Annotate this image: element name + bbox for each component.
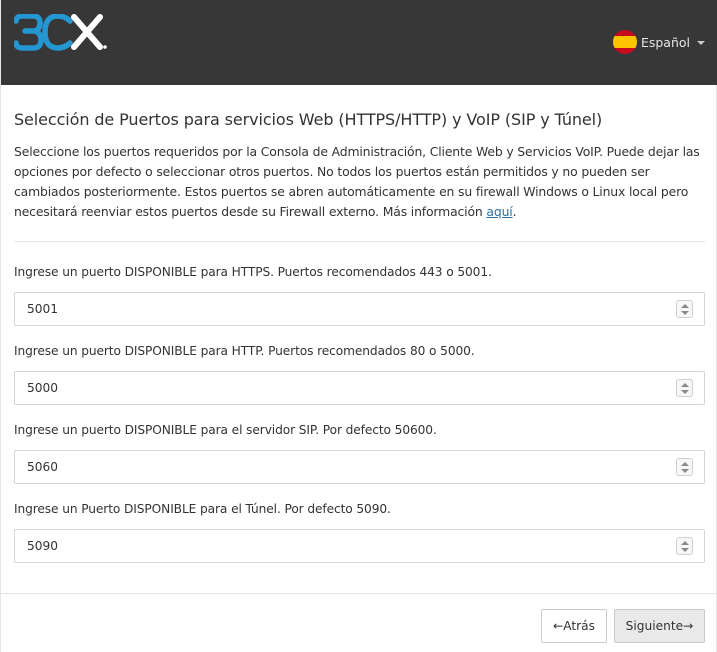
more-info-link[interactable]: aquí <box>486 204 512 219</box>
spinner-down-icon[interactable] <box>681 311 689 315</box>
back-button[interactable]: ←Atrás <box>541 609 607 643</box>
https-port-input[interactable]: 5001 <box>14 292 705 326</box>
page-title: Selección de Puertos para servicios Web … <box>14 110 603 129</box>
main-content: Selección de Puertos para servicios Web … <box>0 85 717 652</box>
spinner-up-icon[interactable] <box>681 462 689 466</box>
spinner-down-icon[interactable] <box>681 469 689 473</box>
spinner-up-icon[interactable] <box>681 541 689 545</box>
chevron-down-icon <box>697 41 705 45</box>
spinner-up-icon[interactable] <box>681 304 689 308</box>
divider <box>14 241 705 242</box>
sip-port-label: Ingrese un puerto DISPONIBLE para el ser… <box>14 423 437 437</box>
3cx-logo-graphic <box>14 14 107 51</box>
http-port-input[interactable]: 5000 <box>14 371 705 405</box>
spain-flag-icon <box>612 30 637 54</box>
3cx-logo <box>14 14 109 52</box>
spinner-down-icon[interactable] <box>681 548 689 552</box>
spinner-down-icon[interactable] <box>681 390 689 394</box>
sip-port-spinner[interactable] <box>676 458 693 476</box>
http-port-spinner[interactable] <box>676 379 693 397</box>
intro-paragraph: Seleccione los puertos requeridos por la… <box>14 142 709 222</box>
intro-end: . <box>512 204 517 219</box>
https-port-label: Ingrese un puerto DISPONIBLE para HTTPS.… <box>14 265 492 279</box>
tunnel-port-value: 5090 <box>27 539 59 553</box>
tunnel-port-spinner[interactable] <box>676 537 693 555</box>
header-bar: Español <box>0 0 717 85</box>
language-label: Español <box>640 34 690 50</box>
tunnel-port-label: Ingrese un Puerto DISPONIBLE para el Tún… <box>14 502 391 516</box>
next-button[interactable]: Siguiente→ <box>614 609 705 643</box>
http-port-label: Ingrese un puerto DISPONIBLE para HTTP. … <box>14 344 475 358</box>
tunnel-port-input[interactable]: 5090 <box>14 529 705 563</box>
language-selector[interactable]: Español <box>612 30 705 54</box>
sip-port-value: 5060 <box>27 460 59 474</box>
footer-divider <box>1 593 716 594</box>
spinner-up-icon[interactable] <box>681 383 689 387</box>
https-port-value: 5001 <box>27 302 59 316</box>
sip-port-input[interactable]: 5060 <box>14 450 705 484</box>
https-port-spinner[interactable] <box>676 300 693 318</box>
intro-text: Seleccione los puertos requeridos por la… <box>14 144 700 219</box>
http-port-value: 5000 <box>27 381 59 395</box>
